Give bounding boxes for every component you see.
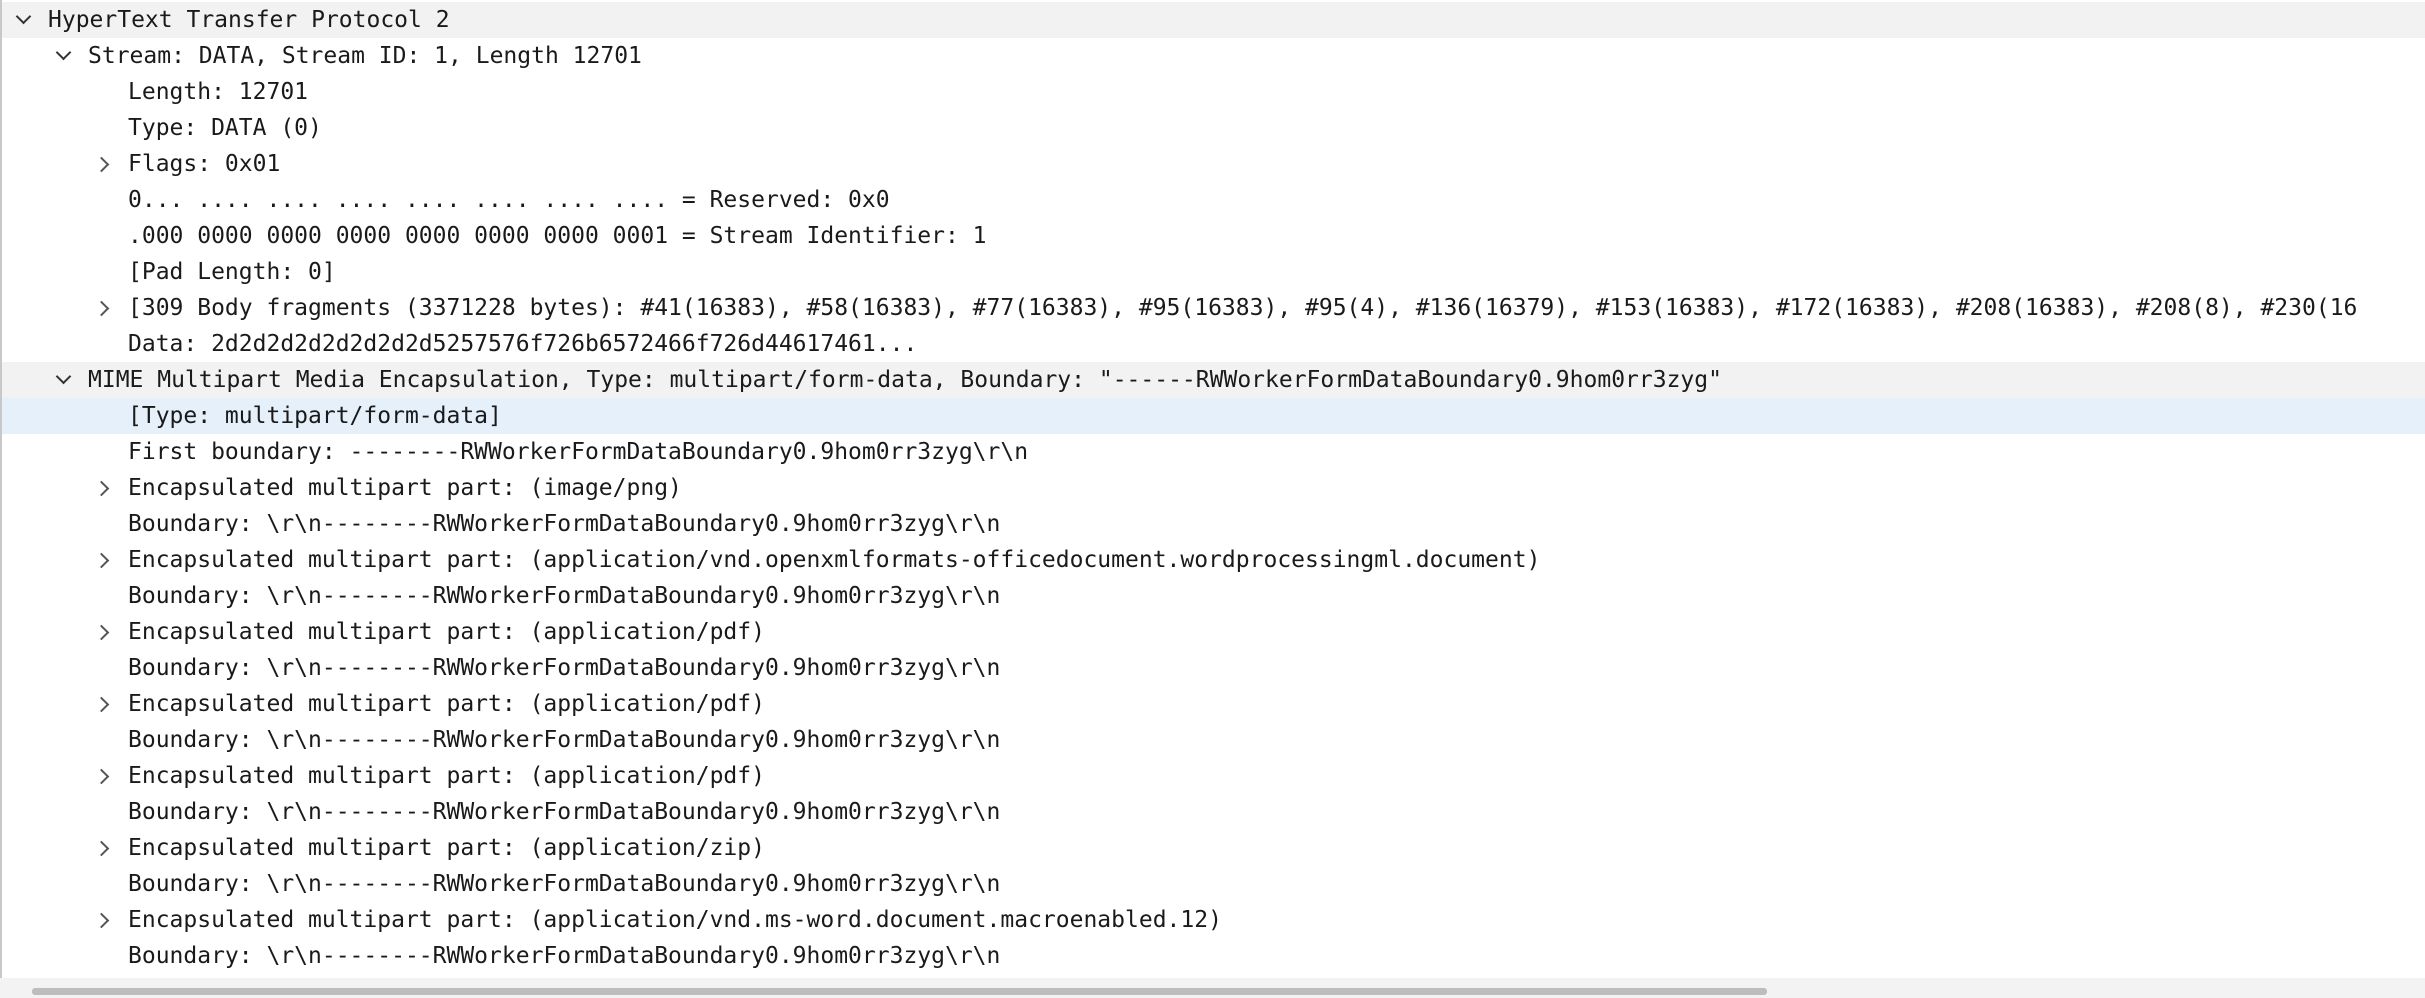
tree-row-part-zip[interactable]: Encapsulated multipart part: (applicatio…: [2, 830, 2425, 866]
packet-details-tree[interactable]: HyperText Transfer Protocol 2 Stream: DAT…: [0, 0, 2425, 978]
tree-row-label: Encapsulated multipart part: (applicatio…: [128, 619, 765, 645]
tree-row-label: Data: 2d2d2d2d2d2d2d2d5257576f726b657246…: [128, 331, 918, 357]
tree-row-boundary[interactable]: Boundary: \r\n--------RWWorkerFormDataBo…: [2, 578, 2425, 614]
tree-row-reserved[interactable]: 0... .... .... .... .... .... .... .... …: [2, 182, 2425, 218]
tree-row-label: Length: 12701: [128, 79, 309, 105]
tree-row-label: Boundary: \r\n--------RWWorkerFormDataBo…: [128, 727, 1001, 753]
tree-row-part-pdf[interactable]: Encapsulated multipart part: (applicatio…: [2, 614, 2425, 650]
chevron-down-icon[interactable]: [54, 362, 76, 398]
tree-row-label: HyperText Transfer Protocol 2: [48, 7, 450, 33]
tree-row-label: Boundary: \r\n--------RWWorkerFormDataBo…: [128, 871, 1001, 897]
chevron-right-icon[interactable]: [93, 686, 116, 722]
tree-row-length[interactable]: Length: 12701: [2, 74, 2425, 110]
chevron-right-icon[interactable]: [93, 902, 116, 938]
tree-row-http2[interactable]: HyperText Transfer Protocol 2: [2, 2, 2425, 38]
tree-row-part-png[interactable]: Encapsulated multipart part: (image/png): [2, 470, 2425, 506]
chevron-right-icon[interactable]: [93, 146, 116, 182]
tree-row-label: [309 Body fragments (3371228 bytes): #41…: [128, 295, 2358, 321]
tree-row-label: Boundary: \r\n--------RWWorkerFormDataBo…: [128, 511, 1001, 537]
scrollbar-thumb[interactable]: [32, 988, 1767, 995]
tree-row-label: 0... .... .... .... .... .... .... .... …: [128, 187, 890, 213]
tree-row-part-docm[interactable]: Encapsulated multipart part: (applicatio…: [2, 902, 2425, 938]
tree-row-stream[interactable]: Stream: DATA, Stream ID: 1, Length 12701: [2, 38, 2425, 74]
tree-row-part-pdf[interactable]: Encapsulated multipart part: (applicatio…: [2, 758, 2425, 794]
tree-row-label: Encapsulated multipart part: (applicatio…: [128, 691, 765, 717]
tree-row-label: Type: DATA (0): [128, 115, 322, 141]
chevron-right-icon[interactable]: [93, 830, 116, 866]
tree-row-flags[interactable]: Flags: 0x01: [2, 146, 2425, 182]
tree-row-part-pdf[interactable]: Encapsulated multipart part: (applicatio…: [2, 686, 2425, 722]
tree-row-label: First boundary: --------RWWorkerFormData…: [128, 439, 1029, 465]
horizontal-scrollbar[interactable]: [0, 978, 2425, 998]
chevron-right-icon[interactable]: [93, 758, 116, 794]
chevron-right-icon[interactable]: [93, 614, 116, 650]
tree-row-stream-identifier[interactable]: .000 0000 0000 0000 0000 0000 0000 0001 …: [2, 218, 2425, 254]
tree-row-label: Flags: 0x01: [128, 151, 281, 177]
chevron-right-icon[interactable]: [93, 470, 116, 506]
tree-row-boundary[interactable]: Boundary: \r\n--------RWWorkerFormDataBo…: [2, 866, 2425, 902]
tree-row-label: Encapsulated multipart part: (applicatio…: [128, 835, 765, 861]
tree-row-boundary[interactable]: Boundary: \r\n--------RWWorkerFormDataBo…: [2, 506, 2425, 542]
tree-row-boundary[interactable]: Boundary: \r\n--------RWWorkerFormDataBo…: [2, 650, 2425, 686]
tree-row-label: Boundary: \r\n--------RWWorkerFormDataBo…: [128, 799, 1001, 825]
tree-row-body-fragments[interactable]: [309 Body fragments (3371228 bytes): #41…: [2, 290, 2425, 326]
tree-row-boundary[interactable]: Boundary: \r\n--------RWWorkerFormDataBo…: [2, 794, 2425, 830]
tree-row-label: Stream: DATA, Stream ID: 1, Length 12701: [88, 43, 642, 69]
chevron-right-icon[interactable]: [93, 290, 116, 326]
tree-row-type[interactable]: Type: DATA (0): [2, 110, 2425, 146]
chevron-down-icon[interactable]: [54, 38, 76, 74]
tree-row-label: Encapsulated multipart part: (applicatio…: [128, 763, 765, 789]
tree-row-boundary[interactable]: Boundary: \r\n--------RWWorkerFormDataBo…: [2, 938, 2425, 974]
tree-row-pad-length[interactable]: [Pad Length: 0]: [2, 254, 2425, 290]
tree-row-label: Boundary: \r\n--------RWWorkerFormDataBo…: [128, 583, 1001, 609]
tree-row-part-docx[interactable]: Encapsulated multipart part: (applicatio…: [2, 542, 2425, 578]
tree-row-label: Boundary: \r\n--------RWWorkerFormDataBo…: [128, 943, 1001, 969]
tree-row-label: MIME Multipart Media Encapsulation, Type…: [88, 367, 1722, 393]
tree-row-label: Boundary: \r\n--------RWWorkerFormDataBo…: [128, 655, 1001, 681]
tree-row-label: Encapsulated multipart part: (applicatio…: [128, 907, 1222, 933]
tree-row-mime-type[interactable]: [Type: multipart/form-data]: [2, 398, 2425, 434]
tree-row-label: [Type: multipart/form-data]: [128, 403, 502, 429]
chevron-right-icon[interactable]: [93, 542, 116, 578]
tree-row-data[interactable]: Data: 2d2d2d2d2d2d2d2d5257576f726b657246…: [2, 326, 2425, 362]
tree-row-first-boundary[interactable]: First boundary: --------RWWorkerFormData…: [2, 434, 2425, 470]
tree-row-label: .000 0000 0000 0000 0000 0000 0000 0001 …: [128, 223, 987, 249]
tree-row-mime[interactable]: MIME Multipart Media Encapsulation, Type…: [2, 362, 2425, 398]
tree-row-label: Encapsulated multipart part: (image/png): [128, 475, 682, 501]
tree-row-label: Encapsulated multipart part: (applicatio…: [128, 547, 1541, 573]
chevron-down-icon[interactable]: [14, 2, 36, 38]
tree-row-label: [Pad Length: 0]: [128, 259, 336, 285]
tree-row-boundary[interactable]: Boundary: \r\n--------RWWorkerFormDataBo…: [2, 722, 2425, 758]
